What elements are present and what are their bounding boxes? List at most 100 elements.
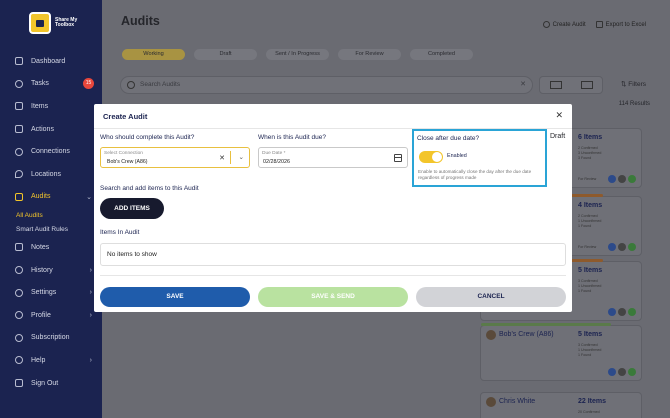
search-add-label: Search and add items to this Audit <box>100 185 199 192</box>
chevron-right-icon: › <box>89 356 92 364</box>
sidebar-subitem-all-audits[interactable]: All Audits <box>0 208 102 222</box>
edit-icon[interactable] <box>608 175 616 183</box>
clear-icon[interactable]: ✕ <box>219 154 225 162</box>
draft-label: Draft <box>550 133 566 140</box>
print-icon[interactable] <box>618 308 626 316</box>
tab-working[interactable]: Working <box>122 49 185 60</box>
audit-card[interactable]: Chris White 22 Items 20 Confirmed <box>480 392 642 418</box>
avatar <box>486 397 496 407</box>
sidebar-item-notes[interactable]: Notes <box>0 236 102 259</box>
search-placeholder: Search Audits <box>140 81 181 88</box>
user-icon <box>15 147 23 156</box>
connection-placeholder: Select Connection <box>104 151 143 156</box>
tab-for-review[interactable]: For Review <box>338 49 401 60</box>
empty-state: No items to show <box>107 251 157 258</box>
sidebar-item-tasks[interactable]: Tasks 15 <box>0 73 102 96</box>
list-view-icon[interactable] <box>580 81 593 89</box>
create-audit-modal: Create Audit ✕ Who should complete this … <box>94 104 572 312</box>
sidebar-item-sign-out[interactable]: Sign Out <box>0 372 102 395</box>
tab-completed[interactable]: Completed <box>410 49 473 60</box>
sidebar-item-actions[interactable]: Actions <box>0 118 102 141</box>
search-input[interactable]: Search Audits ✕ <box>120 76 533 94</box>
items-list: No items to show <box>100 243 566 266</box>
logo-text: Share My Toolbox <box>55 16 78 28</box>
sidebar-item-label: Actions <box>31 125 54 133</box>
grid-view-icon[interactable] <box>549 81 562 89</box>
check-icon[interactable] <box>628 308 636 316</box>
due-date-field[interactable]: Due Date * 02/28/2026 <box>258 147 408 168</box>
check-icon[interactable] <box>628 175 636 183</box>
clear-search-icon[interactable]: ✕ <box>520 77 526 93</box>
sidebar-item-label: Sign Out <box>31 379 59 387</box>
print-icon[interactable] <box>618 243 626 251</box>
header-actions: Create Audit Export to Excel <box>542 21 646 29</box>
sidebar-item-label: Connections <box>31 148 70 156</box>
close-after-due-panel: Close after due date? Enabled Enable to … <box>412 129 547 187</box>
due-date-value: 02/28/2026 <box>263 159 290 165</box>
export-label: Export to Excel <box>605 22 646 29</box>
export-excel-link[interactable]: Export to Excel <box>595 21 646 29</box>
check-icon[interactable] <box>628 368 636 376</box>
edit-icon[interactable] <box>608 243 616 251</box>
print-icon[interactable] <box>618 175 626 183</box>
avatar <box>486 330 496 340</box>
tab-draft[interactable]: Draft <box>194 49 257 60</box>
divider <box>100 275 566 276</box>
tab-sent-in-progress[interactable]: Sent / In Progress <box>266 49 329 60</box>
close-after-label: Close after due date? <box>417 135 480 142</box>
check-icon[interactable] <box>628 243 636 251</box>
card-icon <box>15 333 23 342</box>
chevron-down-icon: ⌄ <box>86 193 92 201</box>
plus-circle-icon <box>542 21 550 28</box>
sidebar-item-label: History <box>31 266 53 274</box>
close-after-toggle[interactable] <box>419 151 443 163</box>
chevron-right-icon: › <box>89 311 92 319</box>
modal-title: Create Audit <box>103 112 148 121</box>
history-icon <box>15 266 23 275</box>
calendar-icon[interactable] <box>394 154 402 162</box>
card-status: For Review <box>578 177 597 181</box>
sidebar-item-dashboard[interactable]: Dashboard <box>0 50 102 73</box>
sidebar-item-history[interactable]: History › <box>0 259 102 282</box>
sidebar-item-items[interactable]: Items <box>0 95 102 118</box>
card-meta: 20 Confirmed <box>578 410 600 414</box>
add-items-button[interactable]: ADD ITEMS <box>100 198 164 219</box>
card-item-count: 5 Items <box>578 331 603 338</box>
signout-icon <box>15 379 23 388</box>
card-actions <box>608 243 636 251</box>
create-audit-link[interactable]: Create Audit <box>542 21 586 28</box>
print-icon[interactable] <box>618 368 626 376</box>
items-in-audit-label: Items In Audit <box>100 229 140 236</box>
sidebar-item-help[interactable]: Help › <box>0 349 102 372</box>
sidebar-item-settings[interactable]: Settings › <box>0 281 102 304</box>
connection-select[interactable]: Select Connection Bob's Crew (A86) ✕ ⌄ <box>100 147 250 168</box>
card-assignee: Bob's Crew (A86) <box>499 331 554 338</box>
sidebar-item-label: Notes <box>31 243 50 251</box>
filters-button[interactable]: ⇅ Filters <box>621 80 646 88</box>
sidebar-item-connections[interactable]: Connections <box>0 140 102 163</box>
edit-icon[interactable] <box>608 368 616 376</box>
edit-icon[interactable] <box>608 308 616 316</box>
sidebar-item-locations[interactable]: Locations <box>0 163 102 186</box>
chevron-down-icon[interactable]: ⌄ <box>239 153 244 161</box>
toolbox-icon <box>29 12 51 34</box>
results-count: 114 Results <box>618 101 650 107</box>
save-button[interactable]: SAVE <box>100 287 250 307</box>
card-meta: 3 Confirmed 1 Unconfirmed 1 Found <box>578 279 602 293</box>
pin-icon <box>15 170 23 179</box>
sidebar-item-audits[interactable]: Audits ⌄ <box>0 186 102 209</box>
card-item-count: 4 Items <box>578 202 603 209</box>
close-icon[interactable]: ✕ <box>555 110 563 121</box>
sidebar-subitem-smart-audit-rules[interactable]: Smart Audit Rules <box>0 222 102 236</box>
card-assignee: Chris White <box>499 398 536 405</box>
app-logo[interactable]: Share My Toolbox <box>29 12 81 34</box>
audit-card[interactable]: Bob's Crew (A86) 5 Items 3 Confirmed 1 Un… <box>480 323 642 381</box>
sidebar-item-subscription[interactable]: Subscription <box>0 327 102 350</box>
save-and-send-button[interactable]: SAVE & SEND <box>258 287 408 307</box>
note-icon <box>15 243 23 252</box>
grid-icon <box>15 57 23 66</box>
cancel-button[interactable]: CANCEL <box>416 287 566 307</box>
card-status: For Review <box>578 245 597 249</box>
sidebar-item-profile[interactable]: Profile › <box>0 304 102 327</box>
sidebar-item-label: Dashboard <box>31 57 66 65</box>
